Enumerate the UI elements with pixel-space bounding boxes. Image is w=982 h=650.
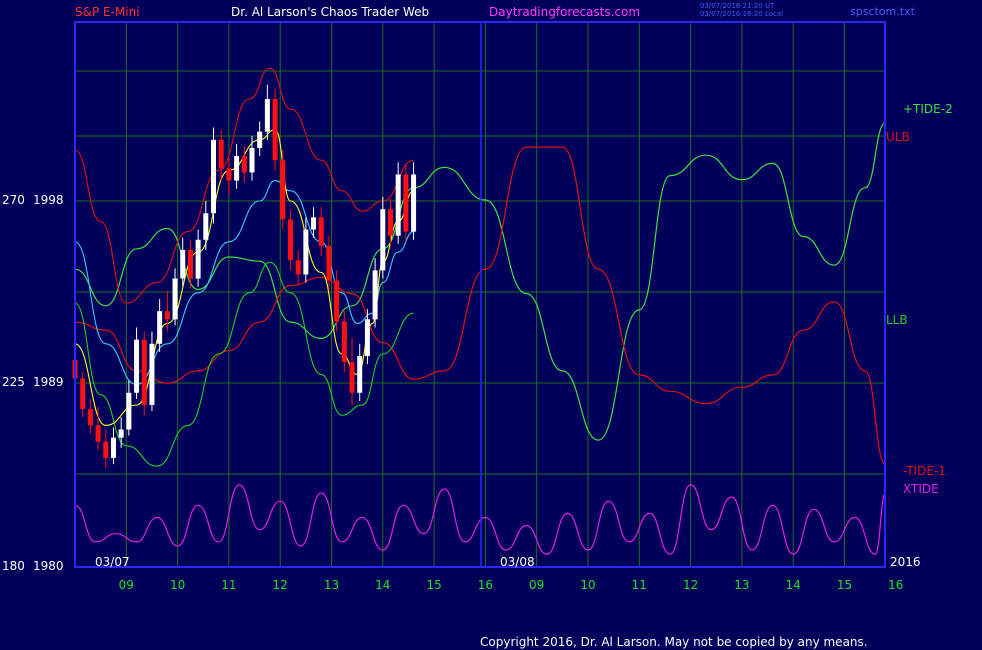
candle-body (349, 362, 355, 393)
legend-tide-minus: -TIDE-1 (903, 464, 946, 478)
candle-body (249, 147, 255, 173)
y-tick-left-225: 225 (2, 375, 25, 389)
x-tick-label: 12 (273, 578, 288, 592)
legend-ulb: ULB (886, 130, 910, 144)
x-tick-label: 15 (837, 578, 852, 592)
chart-background (0, 0, 982, 650)
y-tick-left-180: 180 (2, 559, 25, 573)
candle-body (357, 356, 363, 393)
candle-body (395, 174, 401, 236)
candle-body (80, 378, 86, 410)
candle-body (318, 217, 324, 246)
candle-body (126, 392, 132, 430)
candle-body (364, 319, 370, 357)
header-file-name: spsctom.txt (850, 5, 915, 18)
candle-body (195, 239, 201, 279)
candle-body (272, 99, 278, 161)
x-tick-label: 11 (221, 578, 236, 592)
x-tick-label: 11 (632, 578, 647, 592)
candle-body (372, 270, 378, 320)
x-tick-label: 09 (119, 578, 134, 592)
candle-body (134, 339, 140, 393)
header-site-title: Dr. Al Larson's Chaos Trader Web (231, 5, 430, 19)
candle-body (403, 174, 409, 232)
candle-body (380, 209, 386, 271)
candle-body (187, 249, 193, 279)
legend-tide-plus: +TIDE-2 (903, 102, 953, 116)
x-tick-label: 13 (734, 578, 749, 592)
x-tick-label: 12 (683, 578, 698, 592)
candle-body (241, 156, 247, 173)
x-tick-label: 15 (426, 578, 441, 592)
header-url-link[interactable]: Daytradingforecasts.com (489, 5, 640, 19)
copyright-notice: Copyright 2016, Dr. Al Larson. May not b… (480, 635, 868, 649)
x-tick-label: 14 (375, 578, 390, 592)
x-tick-label: 09 (529, 578, 544, 592)
y-tick-left-270: 270 (2, 193, 25, 207)
candle-body (341, 321, 347, 363)
candle-body (211, 139, 217, 214)
candle-body (311, 217, 317, 230)
legend-xtide: XTIDE (903, 482, 939, 496)
candle-body (180, 249, 186, 279)
candle-body (141, 339, 147, 405)
year-label: 2016 (890, 555, 921, 569)
date-label-0307: 03/07 (95, 555, 130, 569)
candle-body (334, 280, 340, 322)
candle-body (387, 209, 393, 236)
candle-body (172, 278, 178, 320)
candle-body (118, 429, 124, 438)
candle-body (287, 219, 293, 261)
candle-body (295, 260, 301, 275)
candle-body (103, 441, 109, 459)
y-tick-right-1989: 1989 (33, 375, 64, 389)
x-tick-label: 16 (478, 578, 493, 592)
candle-body (110, 437, 116, 459)
candle-body (234, 156, 240, 181)
x-tick-label: 16 (888, 578, 903, 592)
candle-body (326, 245, 332, 281)
chart-canvas: 270 1998 225 1989 180 1980 03/07 03/08 2… (0, 0, 982, 650)
header-update-ut: 03/07/2016 21:20 UT (700, 2, 775, 10)
candle-body (203, 213, 209, 240)
candle-body (157, 311, 163, 344)
legend-llb: LLB (886, 313, 908, 327)
candle-body (280, 160, 286, 220)
x-tick-label: 14 (786, 578, 801, 592)
y-tick-right-1998: 1998 (33, 193, 64, 207)
candle-body (149, 343, 155, 405)
x-tick-label: 10 (170, 578, 185, 592)
candle-body (95, 425, 101, 442)
candle-body (164, 311, 170, 320)
candle-body (257, 131, 263, 148)
x-tick-label: 13 (324, 578, 339, 592)
candle-body (218, 139, 224, 169)
date-label-0308: 03/08 (500, 555, 535, 569)
header-update-local: 03/07/2016 16:20 Local (700, 10, 784, 18)
y-tick-right-1980: 1980 (33, 559, 64, 573)
candle-body (303, 229, 309, 275)
header-instrument: S&P E-Mini (75, 5, 140, 19)
candle-body (264, 99, 270, 132)
candle-body (87, 409, 93, 426)
candle-body (411, 174, 417, 232)
x-tick-label: 10 (580, 578, 595, 592)
candle-body (226, 168, 232, 181)
